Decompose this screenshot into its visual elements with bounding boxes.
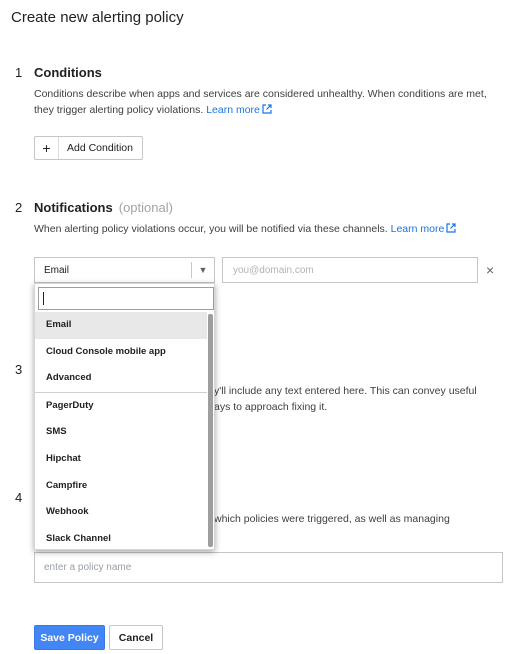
policy-name-input[interactable] [34, 552, 503, 583]
dropdown-list: Email Cloud Console mobile app Advanced … [35, 312, 207, 552]
conditions-learn-more-label: Learn more [206, 104, 260, 116]
step-number-conditions: 1 [15, 65, 23, 80]
channel-type-select[interactable]: Email ▼ [34, 257, 215, 283]
dropdown-option-slack-channel[interactable]: Slack Channel [35, 526, 207, 553]
notifications-heading-text: Notifications [34, 200, 113, 215]
notifications-learn-more-link[interactable]: Learn more [391, 223, 457, 235]
dropdown-option-advanced[interactable]: Advanced [35, 365, 207, 392]
dropdown-option-sms[interactable]: SMS [35, 419, 207, 446]
external-link-icon [446, 223, 456, 233]
step-number-name: 4 [15, 490, 23, 505]
optional-label: (optional) [118, 200, 173, 215]
close-icon[interactable]: × [486, 262, 494, 278]
dropdown-option-campfire[interactable]: Campfire [35, 473, 207, 500]
conditions-learn-more-link[interactable]: Learn more [206, 104, 272, 116]
notifications-description: When alerting policy violations occur, y… [34, 221, 509, 237]
dropdown-option-hipchat[interactable]: Hipchat [35, 446, 207, 473]
add-condition-label: Add Condition [67, 142, 133, 154]
page-title: Create new alerting policy [11, 9, 184, 26]
name-description-line1: which policies were triggered, as well a… [214, 513, 450, 525]
conditions-description: Conditions describe when apps and servic… [34, 86, 509, 118]
step-number-notifications: 2 [15, 200, 23, 215]
external-link-icon [262, 104, 272, 114]
notifications-heading: Notifications (optional) [34, 200, 173, 215]
notifications-learn-more-label: Learn more [390, 223, 445, 235]
dropdown-option-email[interactable]: Email [35, 312, 207, 339]
plus-icon: + [35, 137, 59, 159]
channel-type-dropdown: Email Cloud Console mobile app Advanced … [34, 283, 215, 550]
text-cursor [43, 292, 44, 305]
documentation-description-line1: y'll include any text entered here. This… [214, 385, 477, 397]
cancel-button[interactable]: Cancel [109, 625, 163, 650]
documentation-description-line2: ays to approach fixing it. [214, 401, 328, 413]
save-policy-button[interactable]: Save Policy [34, 625, 105, 650]
dropdown-option-webhook[interactable]: Webhook [35, 499, 207, 526]
notifications-description-text: When alerting policy violations occur, y… [34, 223, 388, 235]
step-number-documentation: 3 [15, 362, 23, 377]
add-condition-button[interactable]: + Add Condition [34, 136, 143, 160]
dropdown-scrollbar[interactable] [208, 314, 213, 547]
conditions-heading: Conditions [34, 65, 102, 80]
channel-type-value: Email [44, 264, 70, 276]
dropdown-search-input[interactable] [38, 287, 214, 310]
chevron-down-icon[interactable]: ▼ [192, 265, 214, 275]
dropdown-option-pagerduty[interactable]: PagerDuty [35, 393, 207, 420]
email-address-input[interactable] [222, 257, 478, 283]
dropdown-option-cloud-console-mobile-app[interactable]: Cloud Console mobile app [35, 339, 207, 366]
